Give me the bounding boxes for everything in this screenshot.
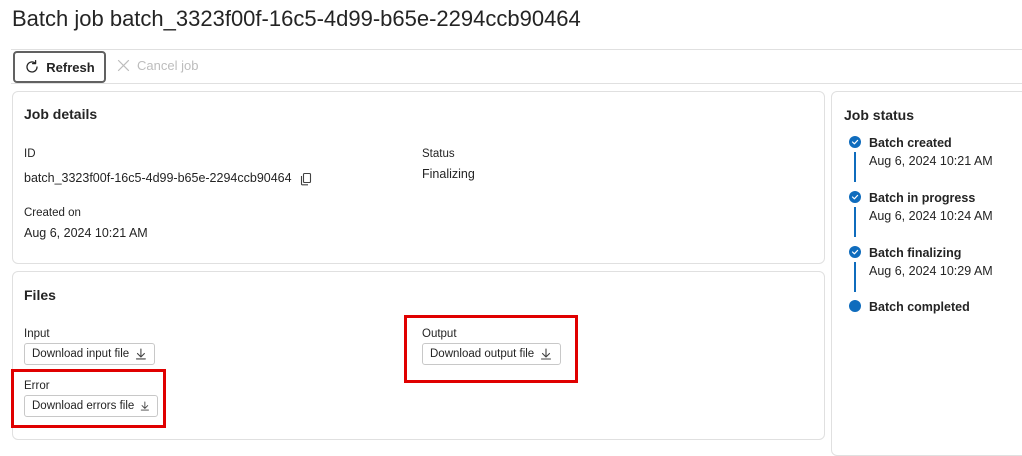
job-status-card: Job status Batch created Aug 6, 2024 10:… [831, 91, 1022, 456]
step-batch-in-progress-time: Aug 6, 2024 10:24 AM [869, 209, 993, 223]
refresh-icon [26, 59, 38, 73]
download-input-button[interactable]: Download input file [24, 343, 155, 365]
check-icon [849, 136, 861, 148]
refresh-button[interactable]: Refresh [13, 51, 106, 83]
files-title: Files [24, 287, 56, 303]
id-label: ID [24, 148, 36, 160]
cancel-job-label: Cancel job [137, 58, 199, 73]
step-batch-completed: Batch completed [869, 300, 970, 314]
check-icon [849, 191, 861, 203]
page-title: Batch job batch_3323f00f-16c5-4d99-b65e-… [12, 6, 581, 31]
step-batch-finalizing: Batch finalizing [869, 246, 962, 260]
job-details-card: Job details ID batch_3323f00f-16c5-4d99-… [12, 91, 825, 264]
refresh-button-label: Refresh [46, 59, 95, 75]
highlight-error [11, 369, 166, 428]
step-connector [854, 207, 856, 237]
input-label: Input [24, 328, 50, 340]
highlight-output [404, 315, 578, 383]
check-icon [849, 246, 861, 258]
created-on-label: Created on [24, 207, 81, 219]
status-label: Status [422, 148, 455, 160]
toolbar: Refresh Cancel job [11, 49, 1022, 84]
step-connector [854, 262, 856, 292]
copy-icon[interactable] [299, 172, 313, 186]
job-status-title: Job status [844, 107, 915, 123]
download-input-label: Download input file [32, 348, 130, 360]
created-on-value: Aug 6, 2024 10:21 AM [24, 226, 148, 240]
step-connector [854, 152, 856, 182]
status-value: Finalizing [422, 167, 475, 181]
current-step-dot-icon [849, 300, 861, 312]
id-value: batch_3323f00f-16c5-4d99-b65e-2294ccb904… [24, 171, 292, 185]
step-batch-in-progress: Batch in progress [869, 191, 976, 205]
cancel-job-button[interactable]: Cancel job [117, 58, 198, 73]
download-icon [136, 348, 147, 360]
job-details-title: Job details [24, 106, 98, 122]
step-batch-finalizing-time: Aug 6, 2024 10:29 AM [869, 264, 993, 278]
close-icon [117, 59, 130, 72]
step-batch-created-time: Aug 6, 2024 10:21 AM [869, 154, 993, 168]
step-batch-created: Batch created [869, 136, 952, 150]
